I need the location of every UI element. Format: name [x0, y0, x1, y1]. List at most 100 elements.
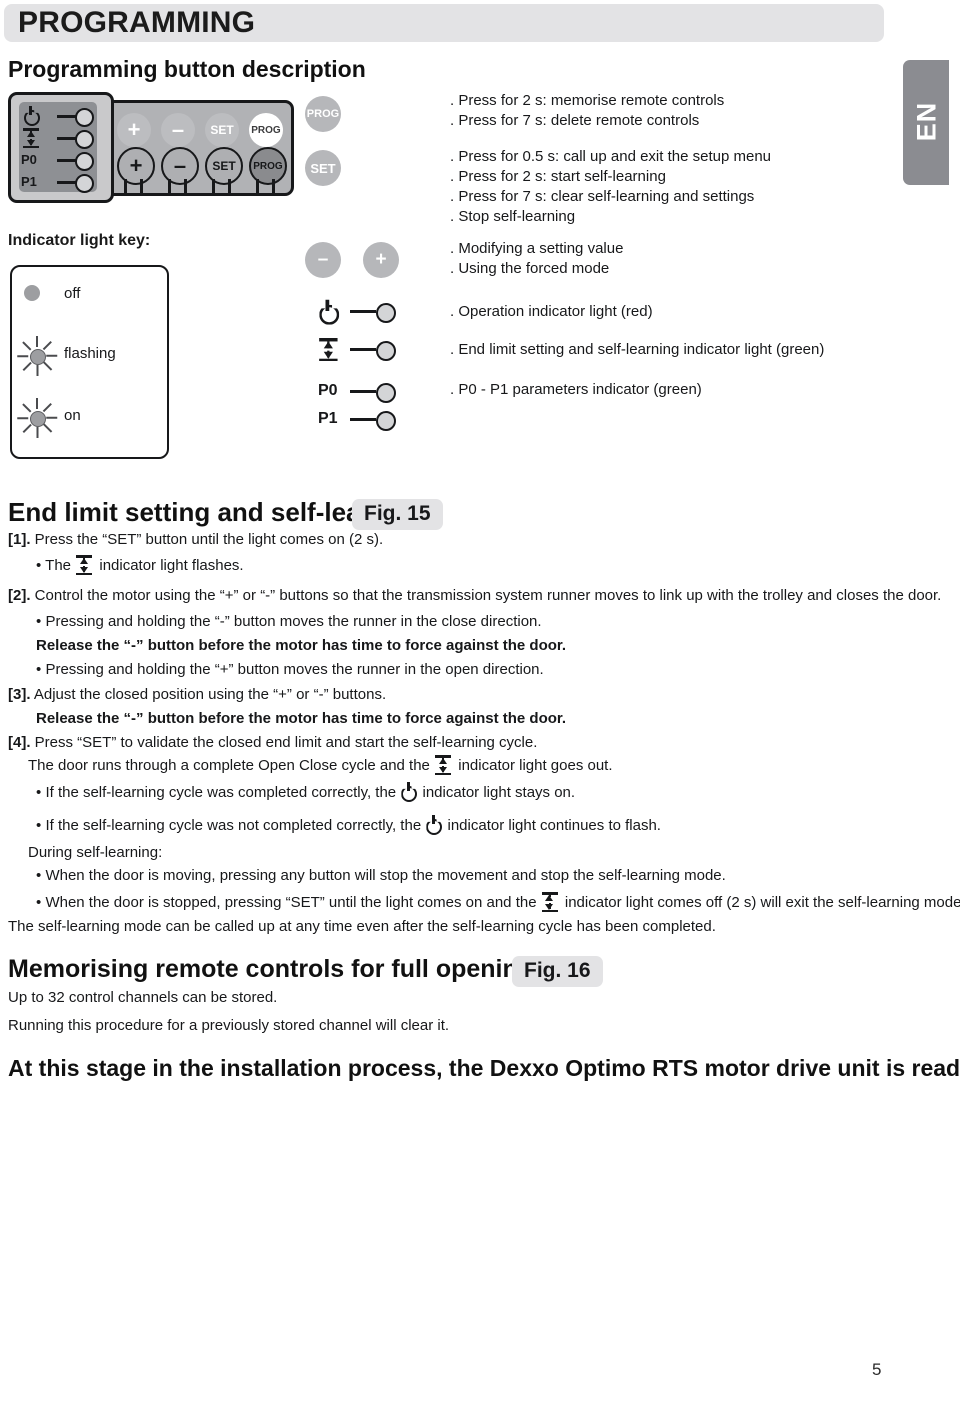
set-icon-printed: SET: [205, 113, 239, 147]
led-off-icon: [24, 285, 40, 301]
prog-description-line-2: . Press for 7 s: delete remote controls: [450, 112, 700, 129]
step-4-bullet-success: • If the self-learning cycle was complet…: [36, 782, 575, 802]
legend-text-p0p1: . P0 - P1 parameters indicator (green): [450, 381, 702, 398]
minus-button-icon: –: [305, 242, 341, 278]
step-2: [2]. Control the motor using the “+” or …: [8, 586, 941, 605]
step-1-bullet-post: indicator light flashes.: [95, 557, 244, 574]
step-1-text: Press the “SET” button until the light c…: [34, 531, 384, 548]
bullet-marker: •: [36, 894, 42, 911]
fig-16-badge: Fig. 16: [512, 956, 603, 987]
memorising-line-1: Up to 32 control channels can be stored.: [8, 989, 278, 1006]
prog-button-legs: [256, 179, 276, 195]
indicator-key-box: off flashing on: [10, 265, 169, 459]
step-4: [4]. Press “SET” to validate the closed …: [8, 733, 537, 752]
led-flashing-icon: [16, 335, 58, 377]
step-3: [3]. Adjust the closed position using th…: [8, 685, 386, 704]
document-page: PROGRAMMING EN Programming button descri…: [0, 0, 960, 1408]
legend-text-endlimit: . End limit setting and self-learning in…: [450, 341, 825, 358]
power-icon: [318, 299, 341, 325]
closing-statement: At this stage in the installation proces…: [8, 1055, 960, 1081]
set-button-icon: SET: [305, 150, 341, 186]
memorising-line-2: Running this procedure for a previously …: [8, 1017, 450, 1034]
bullet-marker: •: [36, 661, 42, 678]
step-1-bullet-pre: The: [45, 557, 76, 574]
during-bullet-moving-text: When the door is moving, pressing any bu…: [45, 867, 726, 884]
section-heading-button-description: Programming button description: [8, 56, 366, 82]
legend-text-power: . Operation indicator light (red): [450, 303, 653, 320]
plus-button-legs: [124, 179, 144, 195]
step-4-text: Press “SET” to validate the closed end l…: [34, 734, 538, 751]
step-2-bullet-open: • Pressing and holding the “+” button mo…: [36, 660, 544, 679]
set-description-line-1: . Press for 0.5 s: call up and exit the …: [450, 148, 772, 165]
plus-button-icon: +: [363, 242, 399, 278]
step-1: [1]. Press the “SET” button until the li…: [8, 530, 383, 549]
power-icon: [23, 106, 41, 126]
panel-led-label-p1: P1: [21, 174, 37, 189]
plusminus-description-line-1: . Modifying a setting value: [450, 240, 624, 257]
led-on-icon: [16, 397, 58, 439]
warning-release-1: Release the “-” button before the motor …: [36, 637, 567, 654]
self-learning-recall-note: The self-learning mode can be called up …: [8, 918, 716, 935]
prog-description-line-1: . Press for 2 s: memorise remote control…: [450, 92, 725, 109]
during-bullet-moving: • When the door is moving, pressing any …: [36, 866, 726, 885]
plusminus-description-line-2: . Using the forced mode: [450, 260, 610, 277]
step-2-bullet-close-text: Pressing and holding the “-” button move…: [45, 613, 542, 630]
end-limit-icon: [22, 128, 42, 148]
end-limit-icon: [75, 555, 95, 575]
prog-icon-printed: PROG: [249, 113, 283, 147]
set-description-line-2: . Press for 2 s: start self-learning: [450, 168, 666, 185]
step-2-bullet-open-text: Pressing and holding the “+” button move…: [45, 661, 544, 678]
panel-body: + – SET PROG + – SET PROG: [96, 100, 294, 196]
plus-icon-printed: +: [117, 113, 151, 147]
during-bullet-stopped: • When the door is stopped, pressing “SE…: [36, 892, 960, 912]
step-4-bullet-failure-post: indicator light continues to flash.: [443, 817, 661, 834]
step-4-bullet-success-pre: If the self-learning cycle was completed…: [45, 784, 401, 801]
end-limit-icon: [434, 755, 454, 775]
step-4-detail: The door runs through a complete Open Cl…: [28, 755, 613, 775]
step-2-number: [2].: [8, 587, 31, 604]
step-4-detail-post: indicator light goes out.: [454, 757, 613, 774]
step-4-bullet-success-post: indicator light stays on.: [418, 784, 576, 801]
power-icon: [425, 815, 443, 835]
minus-icon-printed: –: [161, 113, 195, 147]
minus-button-legs: [168, 179, 188, 195]
end-limit-icon: [541, 892, 561, 912]
legend-label-p0: P0: [318, 382, 338, 399]
indicator-key-label-flashing: flashing: [64, 345, 116, 362]
panel-led-block: P0 P1: [8, 92, 114, 203]
step-4-detail-pre: The door runs through a complete Open Cl…: [28, 757, 435, 774]
legend-label-p1: P1: [318, 410, 338, 427]
panel-led-label-p0: P0: [21, 152, 37, 167]
indicator-key-title: Indicator light key:: [8, 232, 151, 249]
step-3-number: [3].: [8, 686, 31, 703]
bullet-marker: •: [36, 613, 42, 630]
indicator-key-label-off: off: [64, 285, 81, 302]
step-4-number: [4].: [8, 734, 31, 751]
page-title: PROGRAMMING: [18, 6, 256, 39]
prog-button-icon: PROG: [305, 96, 341, 132]
during-bullet-stopped-post: indicator light comes off (2 s) will exi…: [560, 894, 960, 911]
step-1-number: [1].: [8, 531, 31, 548]
during-self-learning-label: During self-learning:: [28, 844, 163, 861]
fig-15-badge: Fig. 15: [352, 499, 443, 530]
during-bullet-stopped-pre: When the door is stopped, pressing “SET”…: [45, 894, 541, 911]
step-4-bullet-failure: • If the self-learning cycle was not com…: [36, 815, 661, 835]
end-limit-icon: [318, 338, 341, 361]
set-button-legs: [212, 179, 232, 195]
warning-release-2: Release the “-” button before the motor …: [36, 710, 567, 727]
step-2-bullet-close: • Pressing and holding the “-” button mo…: [36, 612, 542, 631]
language-tab: EN: [903, 60, 949, 185]
bullet-marker: •: [36, 557, 42, 574]
bullet-marker: •: [36, 784, 42, 801]
bullet-marker: •: [36, 867, 42, 884]
step-4-bullet-failure-pre: If the self-learning cycle was not compl…: [45, 817, 426, 834]
bullet-marker: •: [36, 817, 42, 834]
indicator-key-label-on: on: [64, 407, 81, 424]
set-description-line-3: . Press for 7 s: clear self-learning and…: [450, 188, 755, 205]
control-panel-diagram: + – SET PROG + – SET PROG P0 P1: [8, 92, 294, 203]
step-1-bullet: • The indicator light flashes.: [36, 555, 244, 575]
step-3-text: Adjust the closed position using the “+”…: [33, 686, 387, 703]
set-description-line-4: . Stop self-learning: [450, 208, 576, 225]
page-number: 5: [872, 1360, 882, 1379]
power-icon: [400, 782, 418, 802]
